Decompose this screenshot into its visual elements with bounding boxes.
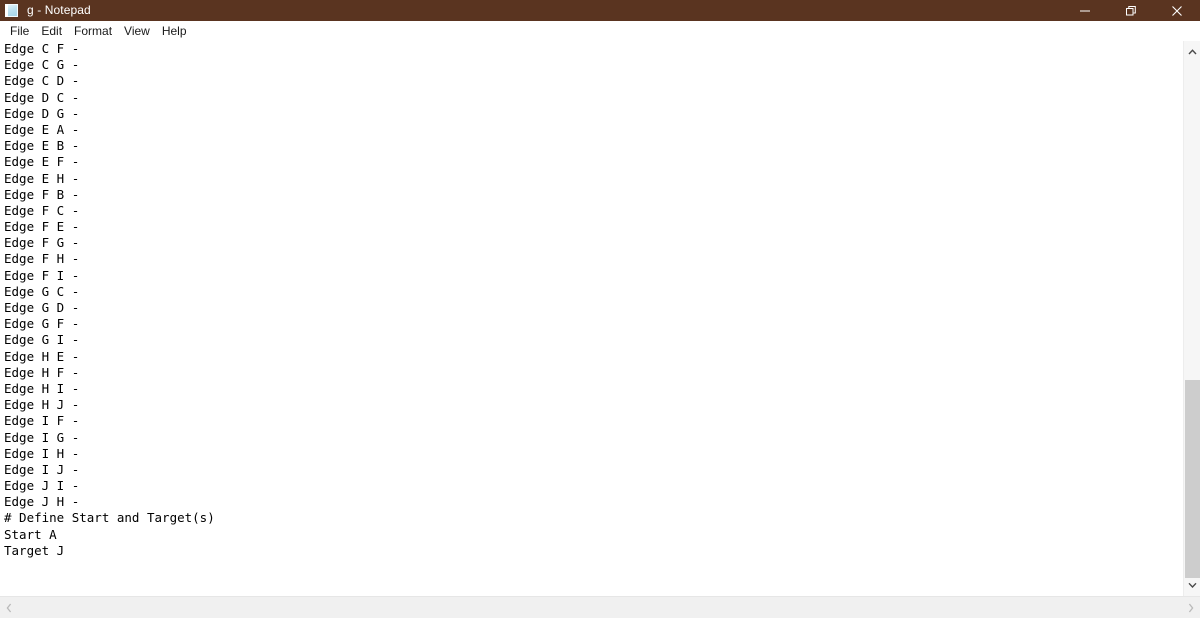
horizontal-scrollbar[interactable] xyxy=(0,596,1200,618)
text-line: Edge E B - xyxy=(4,138,80,154)
close-button[interactable] xyxy=(1154,0,1200,21)
text-line: Edge I F - xyxy=(4,413,80,429)
menu-item-view[interactable]: View xyxy=(118,21,156,41)
text-line: Edge F I - xyxy=(4,267,80,283)
restore-button[interactable] xyxy=(1108,0,1154,21)
scroll-down-button[interactable] xyxy=(1184,574,1200,596)
menu-item-edit[interactable]: Edit xyxy=(35,21,68,41)
menu-item-file[interactable]: File xyxy=(4,21,35,41)
vertical-scrollbar[interactable] xyxy=(1183,41,1200,596)
text-line: Target J xyxy=(4,542,65,558)
scroll-right-button[interactable] xyxy=(1182,597,1200,618)
text-line: Edge H I - xyxy=(4,380,80,396)
text-line: Edge G I - xyxy=(4,332,80,348)
text-line: Edge E A - xyxy=(4,121,80,137)
text-line: Edge H E - xyxy=(4,348,80,364)
text-line: # Define Start and Target(s) xyxy=(4,510,215,526)
menu-item-help[interactable]: Help xyxy=(156,21,193,41)
chevron-right-icon xyxy=(1188,603,1194,612)
menu-item-format[interactable]: Format xyxy=(68,21,118,41)
restore-icon xyxy=(1126,5,1136,15)
text-line: Edge H J - xyxy=(4,397,80,413)
text-line: Edge D C - xyxy=(4,89,80,105)
notepad-icon xyxy=(4,3,20,18)
text-line: Edge G F - xyxy=(4,316,80,332)
horizontal-scrollbar-track[interactable] xyxy=(18,600,1182,615)
text-line: Edge F H - xyxy=(4,251,80,267)
close-icon xyxy=(1172,5,1182,16)
text-line: Edge H F - xyxy=(4,364,80,380)
text-line: Edge F C - xyxy=(4,202,80,218)
text-line: Edge E H - xyxy=(4,170,80,186)
text-line: Edge I G - xyxy=(4,429,80,445)
text-line: Edge E F - xyxy=(4,154,80,170)
text-line: Edge F B - xyxy=(4,186,80,202)
chevron-up-icon xyxy=(1187,49,1197,55)
text-line: Edge G C - xyxy=(4,283,80,299)
text-line: Edge C F - xyxy=(4,41,80,56)
window-controls xyxy=(1062,0,1200,21)
minimize-button[interactable] xyxy=(1062,0,1108,21)
text-line: Edge D G - xyxy=(4,105,80,121)
minimize-icon xyxy=(1080,10,1090,11)
vertical-scrollbar-thumb[interactable] xyxy=(1185,380,1200,578)
text-editor-area[interactable]: Edge C F - Edge C G - Edge C D - Edge D C -… xyxy=(0,41,1183,596)
chevron-left-icon xyxy=(6,603,12,612)
text-line: Edge I H - xyxy=(4,445,80,461)
title-bar-left: g - Notepad xyxy=(0,0,91,21)
window-title: g - Notepad xyxy=(27,3,91,17)
scroll-left-button[interactable] xyxy=(0,597,18,618)
text-line: Start A xyxy=(4,526,57,542)
scroll-up-button[interactable] xyxy=(1184,41,1200,63)
title-bar[interactable]: g - Notepad xyxy=(0,0,1200,21)
chevron-down-icon xyxy=(1187,582,1197,588)
notepad-window: g - Notepad File Edit Format View Help E… xyxy=(0,0,1200,618)
menu-bar: File Edit Format View Help xyxy=(0,21,1200,41)
text-line: Edge C G - xyxy=(4,57,80,73)
text-line: Edge I J - xyxy=(4,461,80,477)
document-text[interactable]: Edge C F - Edge C G - Edge C D - Edge D C -… xyxy=(4,41,1174,559)
text-line: Edge F E - xyxy=(4,219,80,235)
text-line: Edge G D - xyxy=(4,300,80,315)
text-line: Edge J I - xyxy=(4,478,80,494)
text-line: Edge F G - xyxy=(4,235,80,251)
text-line: Edge J H - xyxy=(4,494,80,510)
text-line: Edge C D - xyxy=(4,73,80,89)
